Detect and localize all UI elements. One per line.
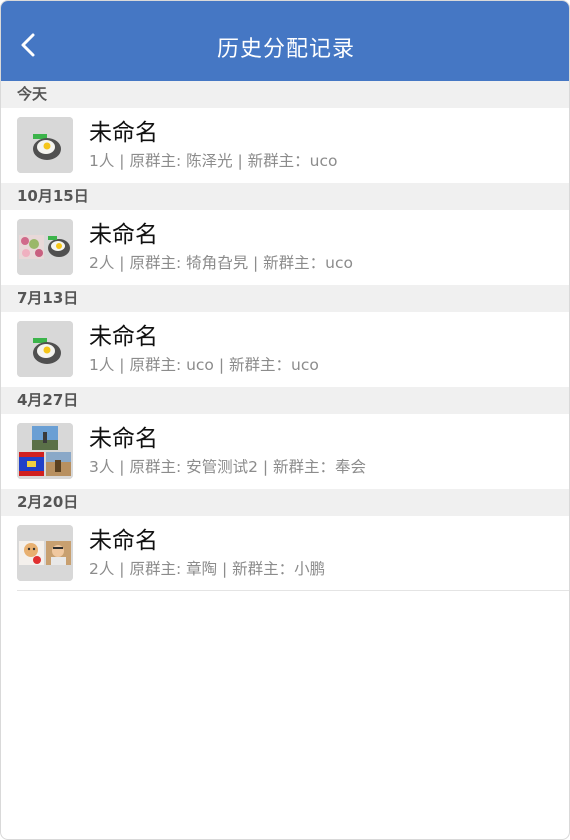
group-avatar xyxy=(17,321,73,377)
date-section-header: 10月15日 xyxy=(1,183,569,210)
list-item[interactable]: 未命名 2人 | 原群主: 犄角旮旯 | 新群主：uco xyxy=(1,210,569,285)
date-section-header: 今天 xyxy=(1,81,569,108)
list-item[interactable]: 未命名 2人 | 原群主: 章陶 | 新群主：小鹏 xyxy=(1,516,569,591)
list-item[interactable]: 未命名 3人 | 原群主: 安管测试2 | 新群主：奉会 xyxy=(1,414,569,489)
list-item[interactable]: 未命名 1人 | 原群主: 陈泽光 | 新群主：uco xyxy=(1,108,569,183)
group-avatar xyxy=(17,423,73,479)
transfer-detail: 2人 | 原群主: 犄角旮旯 | 新群主：uco xyxy=(89,254,353,272)
nav-bar: 历史分配记录 xyxy=(1,1,569,81)
date-section-header: 4月27日 xyxy=(1,387,569,414)
app-frame: 历史分配记录 今天 未命名 1人 | 原群主: 陈泽光 | 新群主：uco 10… xyxy=(0,0,570,840)
date-section-header: 7月13日 xyxy=(1,285,569,312)
list-item[interactable]: 未命名 1人 | 原群主: uco | 新群主：uco xyxy=(1,312,569,387)
transfer-detail: 2人 | 原群主: 章陶 | 新群主：小鹏 xyxy=(89,560,326,578)
group-avatar xyxy=(17,219,73,275)
egg-avatar-icon xyxy=(17,321,73,377)
collage-avatar-icon xyxy=(17,219,73,275)
group-name: 未命名 xyxy=(89,222,158,248)
group-name: 未命名 xyxy=(89,120,158,146)
transfer-detail: 3人 | 原群主: 安管测试2 | 新群主：奉会 xyxy=(89,458,367,476)
group-name: 未命名 xyxy=(89,324,158,350)
egg-avatar-icon xyxy=(17,117,73,173)
date-section-header: 2月20日 xyxy=(1,489,569,516)
page-title: 历史分配记录 xyxy=(216,37,355,62)
group-name: 未命名 xyxy=(89,426,158,452)
transfer-detail: 1人 | 原群主: 陈泽光 | 新群主：uco xyxy=(89,152,338,170)
history-list: 今天 未命名 1人 | 原群主: 陈泽光 | 新群主：uco 10月15日 未命… xyxy=(1,81,569,591)
collage-avatar-icon xyxy=(17,423,73,479)
collage-avatar-icon xyxy=(17,525,73,581)
group-avatar xyxy=(17,525,73,581)
group-avatar xyxy=(17,117,73,173)
group-name: 未命名 xyxy=(89,528,158,554)
transfer-detail: 1人 | 原群主: uco | 新群主：uco xyxy=(89,356,319,374)
